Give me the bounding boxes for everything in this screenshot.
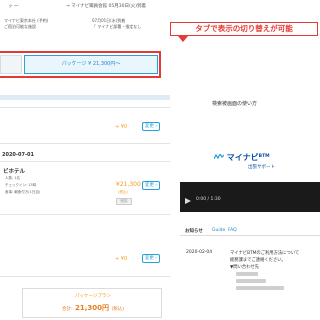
divider xyxy=(0,107,170,108)
redacted-text xyxy=(236,272,258,276)
hotel-detail-2: チェックイン: 15時 xyxy=(5,183,37,187)
hotel-detail-1: 人数: 1名 xyxy=(5,176,21,180)
mynavi-logo: マイナビBTM xyxy=(214,152,270,163)
section-divider-bar xyxy=(0,95,170,100)
package-total-box: パッケージプラン 合計: 21,300円 (税込) xyxy=(22,288,162,318)
hotel-price: ¥21,300 xyxy=(116,181,141,188)
price-diff-2: + ¥0 xyxy=(115,256,128,262)
mynavi-logo-icon xyxy=(214,154,224,160)
trip-info-line2b: 「 マイナビ部署・指定なし xyxy=(92,24,142,29)
price-diff-1: + ¥0 xyxy=(115,124,128,130)
change-button-1[interactable]: 変更 › xyxy=(142,122,160,131)
itinerary-left-text: ッ 一 xyxy=(8,4,19,9)
tab-individual[interactable] xyxy=(0,55,22,74)
total-amount: 21,300円 xyxy=(75,304,110,312)
hotel-price-tax: (税込) xyxy=(118,190,128,194)
divider xyxy=(0,276,170,277)
redacted-text xyxy=(236,279,266,283)
total-prefix: 合計: xyxy=(62,307,73,312)
trip-info-line2: ご宿泊可能な施設 xyxy=(4,24,36,29)
logo-btm: BTM xyxy=(258,154,270,159)
itinerary-header: ッ 一 → マイナビ職員会館 05月30日(火)到着 xyxy=(0,0,320,14)
play-icon[interactable] xyxy=(185,198,191,204)
package-plan-label: パッケージプラン xyxy=(75,294,111,299)
news-line-1: マイナビBTMのご利用方法について xyxy=(230,251,300,256)
guide-title: 検索被画面の使い方 xyxy=(212,101,258,107)
tab-faq[interactable]: FAQ xyxy=(228,228,237,233)
redacted-text xyxy=(236,286,284,290)
tab-package[interactable]: パッケージ ¥ 21,300円〜 xyxy=(24,55,158,74)
package-total: 合計: 21,300円 (税込) xyxy=(23,303,163,313)
video-time: 0:00 / 1:30 xyxy=(196,197,221,202)
hotel-name: ビホテル xyxy=(3,169,26,175)
change-button-2[interactable]: 変更 › xyxy=(142,254,160,263)
trip-info: マイナビ東京本社 (予約) 07月01日(水)到着 ご宿泊可能な施設 「 マイナ… xyxy=(0,14,170,50)
news-line-2: 総務課までご連絡ください。 xyxy=(230,258,286,263)
date-heading: 2020-07-01 xyxy=(2,152,34,158)
callout-tail xyxy=(178,36,188,42)
news-date: 2020-02-04 xyxy=(186,250,213,255)
logo-text: マイナビ xyxy=(226,153,259,162)
divider xyxy=(0,143,170,144)
tab-guide[interactable]: Guide xyxy=(212,228,225,233)
callout-annotation: タブで表示の切り替えが可能 xyxy=(170,22,318,36)
total-tax: (税込) xyxy=(111,307,124,312)
divider xyxy=(0,161,170,162)
tab-news[interactable]: お知らせ xyxy=(185,228,203,234)
divider xyxy=(0,214,170,215)
news-line-3: ▼問い合わせ先 xyxy=(230,265,260,270)
itinerary-right-text: → マイナビ職員会館 05月30日(火)到着 xyxy=(66,4,147,9)
hotel-detail-3: 食事: 朝食付き(1日目) xyxy=(5,190,41,194)
change-button-hotel[interactable]: 変更 › xyxy=(142,181,160,190)
delete-button[interactable]: 削除 xyxy=(116,198,132,205)
logo-subtitle: 出張サポート xyxy=(248,165,275,170)
